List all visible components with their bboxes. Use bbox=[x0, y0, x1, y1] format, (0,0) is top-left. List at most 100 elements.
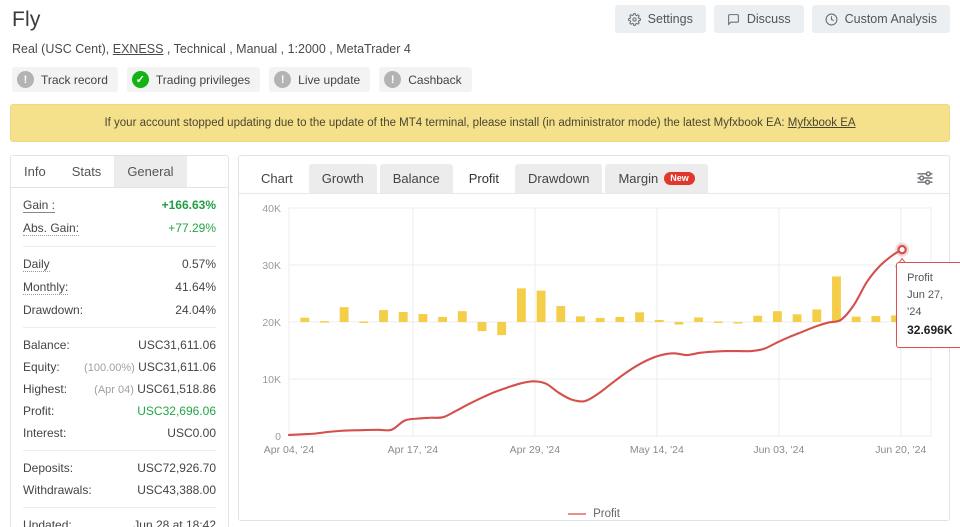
myfxbook-ea-link[interactable]: Myfxbook EA bbox=[788, 117, 856, 129]
stat-value: USC72,926.70 bbox=[137, 461, 216, 475]
chart-bar bbox=[300, 317, 310, 322]
chart-bar bbox=[516, 288, 526, 322]
chart-bar bbox=[832, 276, 841, 322]
gear-icon bbox=[627, 12, 641, 26]
tab-info[interactable]: Info bbox=[11, 156, 59, 187]
chart-bar bbox=[772, 311, 782, 322]
y-axis-tick-label: 20K bbox=[262, 317, 281, 329]
stats-tabs: Info Stats General bbox=[11, 156, 228, 188]
clock-icon bbox=[825, 13, 838, 26]
active-point[interactable] bbox=[897, 244, 907, 255]
stat-sub: (Apr 04) bbox=[94, 384, 134, 396]
stat-value: 41.64% bbox=[175, 280, 216, 294]
update-notice: If your account stopped updating due to … bbox=[10, 104, 950, 142]
y-axis-tick-label: 0 bbox=[275, 431, 281, 443]
chart-bar bbox=[871, 316, 881, 322]
tooltip-value: 32.696K bbox=[907, 322, 953, 337]
stat-row-equity: Equity: (100.00%) USC31,611.06 bbox=[23, 356, 216, 378]
stat-value: USC31,611.06 bbox=[138, 360, 216, 374]
chart-bar bbox=[733, 322, 743, 324]
stat-row-monthly: Monthly: 41.64% bbox=[23, 276, 216, 299]
broker-link[interactable]: EXNESS bbox=[113, 42, 164, 56]
divider bbox=[23, 450, 216, 451]
tab-margin-label: Margin bbox=[618, 171, 659, 186]
stat-value: USC43,388.00 bbox=[137, 483, 216, 497]
stat-label: Abs. Gain: bbox=[23, 221, 80, 236]
status-badges: ! Track record ✓ Trading privileges ! Li… bbox=[12, 67, 950, 92]
custom-analysis-button[interactable]: Custom Analysis bbox=[811, 5, 950, 33]
chart-bar bbox=[556, 306, 566, 322]
stat-value: 24.04% bbox=[175, 303, 216, 317]
chart-bar bbox=[635, 312, 644, 322]
tooltip-title: Profit bbox=[907, 271, 933, 284]
stat-label: Gain : bbox=[23, 198, 56, 213]
stat-label: Interest: bbox=[23, 426, 67, 440]
status-badge-live-update[interactable]: ! Live update bbox=[269, 67, 371, 92]
y-axis-tick-label: 40K bbox=[262, 203, 281, 215]
tab-stats[interactable]: Stats bbox=[58, 156, 115, 187]
tab-margin[interactable]: Margin New bbox=[605, 164, 708, 193]
tab-profit[interactable]: Profit bbox=[455, 164, 513, 193]
stats-list: Gain : +166.63% Abs. Gain: +77.29% Daily… bbox=[11, 188, 228, 527]
chart-bar bbox=[497, 322, 507, 336]
stat-value-wrap: (100.00%) USC31,611.06 bbox=[84, 360, 216, 374]
account-meta: Real (USC Cent), EXNESS , Technical , Ma… bbox=[12, 42, 950, 56]
new-badge: New bbox=[664, 172, 695, 185]
stat-row-highest: Highest: (Apr 04) USC61,518.86 bbox=[23, 378, 216, 400]
tab-balance[interactable]: Balance bbox=[379, 164, 453, 193]
badge-label: Live update bbox=[298, 72, 361, 87]
chart-bar bbox=[713, 321, 723, 323]
header-actions: Settings Discuss Custom Analysis bbox=[614, 5, 950, 33]
sliders-icon[interactable] bbox=[915, 168, 935, 193]
stat-label: Balance: bbox=[23, 338, 70, 352]
status-badge-cashback[interactable]: ! Cashback bbox=[379, 67, 472, 92]
stat-label: Deposits: bbox=[23, 461, 74, 475]
stat-sub: (100.00%) bbox=[84, 362, 135, 374]
stat-row-profit: Profit: USC32,696.06 bbox=[23, 400, 216, 422]
tab-chart[interactable]: Chart bbox=[248, 164, 306, 193]
comment-icon bbox=[727, 13, 740, 26]
chart-bar bbox=[398, 312, 408, 322]
tab-general[interactable]: General bbox=[114, 156, 187, 187]
stat-label: Equity: bbox=[23, 360, 60, 374]
stat-label: Drawdown: bbox=[23, 303, 84, 317]
chart-bar bbox=[792, 314, 802, 322]
stat-value: USC31,611.06 bbox=[138, 338, 216, 352]
stat-row-deposits: Deposits: USC72,926.70 bbox=[23, 457, 216, 479]
stat-value: USC61,518.86 bbox=[137, 382, 216, 396]
settings-button-label: Settings bbox=[647, 12, 693, 26]
chart-bar bbox=[654, 320, 664, 322]
chart-bar bbox=[418, 314, 428, 322]
status-badge-trading-privileges[interactable]: ✓ Trading privileges bbox=[126, 67, 261, 92]
status-badge-track-record[interactable]: ! Track record bbox=[12, 67, 118, 92]
stat-row-drawdown: Drawdown: 24.04% bbox=[23, 299, 216, 321]
discuss-button[interactable]: Discuss bbox=[713, 5, 804, 33]
chart-panel: Chart Growth Balance Profit Drawdown Mar… bbox=[238, 155, 960, 521]
page-header: Fly Real (USC Cent), EXNESS , Technical … bbox=[0, 0, 960, 92]
chart-bar bbox=[320, 321, 329, 323]
notice-text: If your account stopped updating due to … bbox=[104, 117, 788, 129]
stat-label: Monthly: bbox=[23, 280, 69, 295]
stat-value: +77.29% bbox=[168, 221, 216, 235]
tab-growth[interactable]: Growth bbox=[308, 164, 377, 193]
chart-bar bbox=[359, 321, 369, 323]
stat-label: Daily bbox=[23, 257, 50, 272]
chart-bar bbox=[379, 310, 388, 322]
stat-row-gain: Gain : +166.63% bbox=[23, 194, 216, 217]
stat-label: Updated: bbox=[23, 518, 72, 527]
y-axis-tick-label: 30K bbox=[262, 260, 281, 272]
chart-tabs: Chart Growth Balance Profit Drawdown Mar… bbox=[239, 156, 949, 194]
stat-row-daily: Daily 0.57% bbox=[23, 253, 216, 276]
custom-analysis-button-label: Custom Analysis bbox=[844, 12, 937, 26]
x-axis-tick-label: Jun 03, '24 bbox=[753, 444, 804, 456]
stat-label: Profit: bbox=[23, 404, 55, 418]
settings-button[interactable]: Settings bbox=[614, 5, 706, 33]
chart-bar bbox=[851, 316, 861, 322]
chart-bar bbox=[339, 307, 349, 322]
account-type: Real (USC Cent), bbox=[12, 42, 113, 56]
page-body: Info Stats General Gain : +166.63% Abs. … bbox=[0, 142, 960, 527]
chart-bar bbox=[576, 316, 585, 322]
chart-bar bbox=[812, 309, 822, 322]
divider bbox=[23, 327, 216, 328]
tab-drawdown[interactable]: Drawdown bbox=[515, 164, 603, 193]
